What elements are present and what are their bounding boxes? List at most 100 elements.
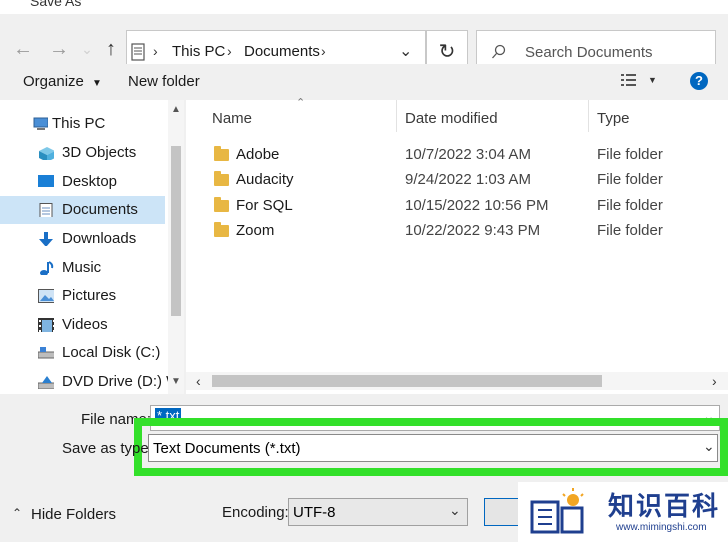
collapse-chevron-icon[interactable]: ⌃ [12, 506, 22, 520]
sidebar-item-dvd-drive[interactable]: DVD Drive (D:) W [0, 368, 174, 394]
sidebar-item-3d-objects[interactable]: 3D Objects [0, 139, 168, 167]
hide-folders-button[interactable]: Hide Folders [31, 506, 116, 523]
save-as-type-select[interactable]: Text Documents (*.txt) ⌄ [148, 434, 718, 462]
save-as-type-label: Save as type: [62, 440, 153, 457]
sidebar-item-label: Local Disk (C:) [62, 344, 161, 361]
download-icon [39, 232, 53, 246]
sidebar-item-label: DVD Drive (D:) W [62, 373, 174, 390]
file-type: File folder [597, 197, 663, 214]
pictures-icon [38, 289, 54, 303]
sidebar-item-label: Desktop [62, 173, 118, 190]
sidebar-item-music[interactable]: Music [0, 254, 168, 282]
disk-icon [38, 347, 54, 359]
organize-menu[interactable]: Organize ▼ [23, 73, 102, 90]
column-divider[interactable] [396, 100, 397, 132]
file-name: Zoom [236, 222, 275, 239]
column-header-type[interactable]: Type [597, 110, 630, 127]
breadcrumb-separator-icon: › [153, 43, 158, 59]
dropdown-caret-icon: ▼ [92, 78, 102, 89]
sidebar-item-documents[interactable]: Documents [0, 196, 165, 224]
search-input[interactable]: Search Documents [525, 44, 653, 61]
table-row[interactable]: Zoom 10/22/2022 9:43 PM File folder [186, 218, 728, 243]
new-folder-button[interactable]: New folder [128, 73, 200, 90]
encoding-label: Encoding: [222, 504, 289, 521]
videos-icon [38, 318, 54, 332]
sidebar-item-label: 3D Objects [62, 144, 137, 161]
scrollbar-thumb[interactable] [171, 146, 181, 316]
sidebar-item-videos[interactable]: Videos [0, 311, 168, 339]
sidebar-item-local-disk[interactable]: Local Disk (C:) [0, 339, 168, 367]
address-dropdown-icon[interactable]: ⌄ [399, 41, 412, 61]
documents-icon [131, 43, 145, 61]
column-divider[interactable] [588, 100, 589, 132]
breadcrumb-separator-icon: › [227, 43, 232, 59]
file-date: 10/7/2022 3:04 AM [405, 146, 531, 163]
sidebar-item-downloads[interactable]: Downloads [0, 225, 168, 253]
scroll-right-icon[interactable]: › [712, 373, 717, 389]
folder-icon [214, 146, 229, 161]
sidebar-item-label: This PC [52, 115, 106, 132]
sidebar-item-pictures[interactable]: Pictures [0, 282, 168, 310]
up-arrow-icon[interactable]: ↑ [100, 38, 122, 60]
file-date: 10/15/2022 10:56 PM [405, 197, 549, 214]
encoding-select[interactable]: UTF-8 ⌄ [288, 498, 468, 526]
file-date: 9/24/2022 1:03 AM [405, 171, 531, 188]
folder-icon [214, 197, 229, 212]
save-as-type-dropdown-icon[interactable]: ⌄ [703, 438, 715, 455]
book-lightbulb-icon [530, 488, 584, 534]
title-bar: Save As [0, 0, 728, 14]
navigation-pane: This PC 3D Objects Desktop Documents Dow… [0, 100, 184, 394]
sidebar-item-desktop[interactable]: Desktop [0, 168, 168, 196]
documents-icon [39, 203, 53, 217]
music-icon [40, 261, 54, 275]
forward-arrow-icon[interactable]: → [48, 38, 70, 60]
dvd-icon [38, 376, 54, 389]
sidebar-item-label: Documents [62, 201, 138, 218]
view-dropdown-icon[interactable]: ▼ [648, 75, 657, 85]
folder-icon [214, 171, 229, 186]
file-name: Adobe [236, 146, 280, 163]
breadcrumb-this-pc[interactable]: This PC [172, 43, 225, 60]
sidebar-item-this-pc[interactable]: This PC [0, 110, 168, 138]
folder-icon [214, 222, 229, 237]
scrollbar-thumb[interactable] [212, 375, 602, 387]
watermark-logo: 知识百科 www.mimingshi.com [518, 482, 728, 542]
sidebar-item-label: Videos [62, 316, 108, 333]
file-type: File folder [597, 171, 663, 188]
scroll-left-icon[interactable]: ‹ [196, 373, 201, 389]
sort-ascending-icon: ⌃ [296, 97, 306, 109]
recent-chevron-icon[interactable]: ⌄ [76, 38, 98, 60]
search-icon [492, 44, 506, 59]
file-type: File folder [597, 222, 663, 239]
column-header-date[interactable]: Date modified [405, 110, 498, 127]
encoding-dropdown-icon[interactable]: ⌄ [449, 502, 461, 519]
scroll-down-icon[interactable]: ▼ [171, 376, 181, 387]
breadcrumb-documents[interactable]: Documents [244, 43, 320, 60]
table-row[interactable]: Adobe 10/7/2022 3:04 AM File folder [186, 142, 728, 167]
encoding-value: UTF-8 [293, 504, 336, 521]
view-options-icon[interactable] [620, 72, 638, 88]
table-row[interactable]: For SQL 10/15/2022 10:56 PM File folder [186, 193, 728, 218]
file-name: For SQL [236, 197, 293, 214]
save-as-type-value: Text Documents (*.txt) [153, 440, 301, 457]
sidebar-item-label: Music [62, 259, 102, 276]
command-toolbar: Organize ▼ New folder ▼ ? [0, 64, 728, 100]
watermark-url: www.mimingshi.com [616, 522, 707, 533]
watermark-text: 知识百科 [608, 491, 721, 521]
help-icon[interactable]: ? [690, 72, 708, 90]
horizontal-scrollbar[interactable]: ‹ › [186, 372, 728, 390]
back-arrow-icon[interactable]: ← [12, 38, 34, 60]
sidebar-scrollbar[interactable]: ▲ ▼ [168, 100, 184, 394]
table-row[interactable]: Audacity 9/24/2022 1:03 AM File folder [186, 167, 728, 192]
organize-label: Organize [23, 73, 84, 90]
file-date: 10/22/2022 9:43 PM [405, 222, 541, 239]
scroll-up-icon[interactable]: ▲ [171, 104, 181, 115]
cube-icon [39, 147, 54, 160]
navigation-bar: ← → ⌄ ↑ › This PC › Documents › ⌄ ↻ Sear… [0, 14, 728, 74]
file-type: File folder [597, 146, 663, 163]
file-list-pane: ⌃ Name Date modified Type Adobe 10/7/202… [186, 97, 728, 394]
pc-icon [33, 117, 48, 130]
file-name: Audacity [236, 171, 294, 188]
sidebar-item-label: Downloads [62, 230, 137, 247]
column-header-name[interactable]: Name [212, 110, 252, 127]
